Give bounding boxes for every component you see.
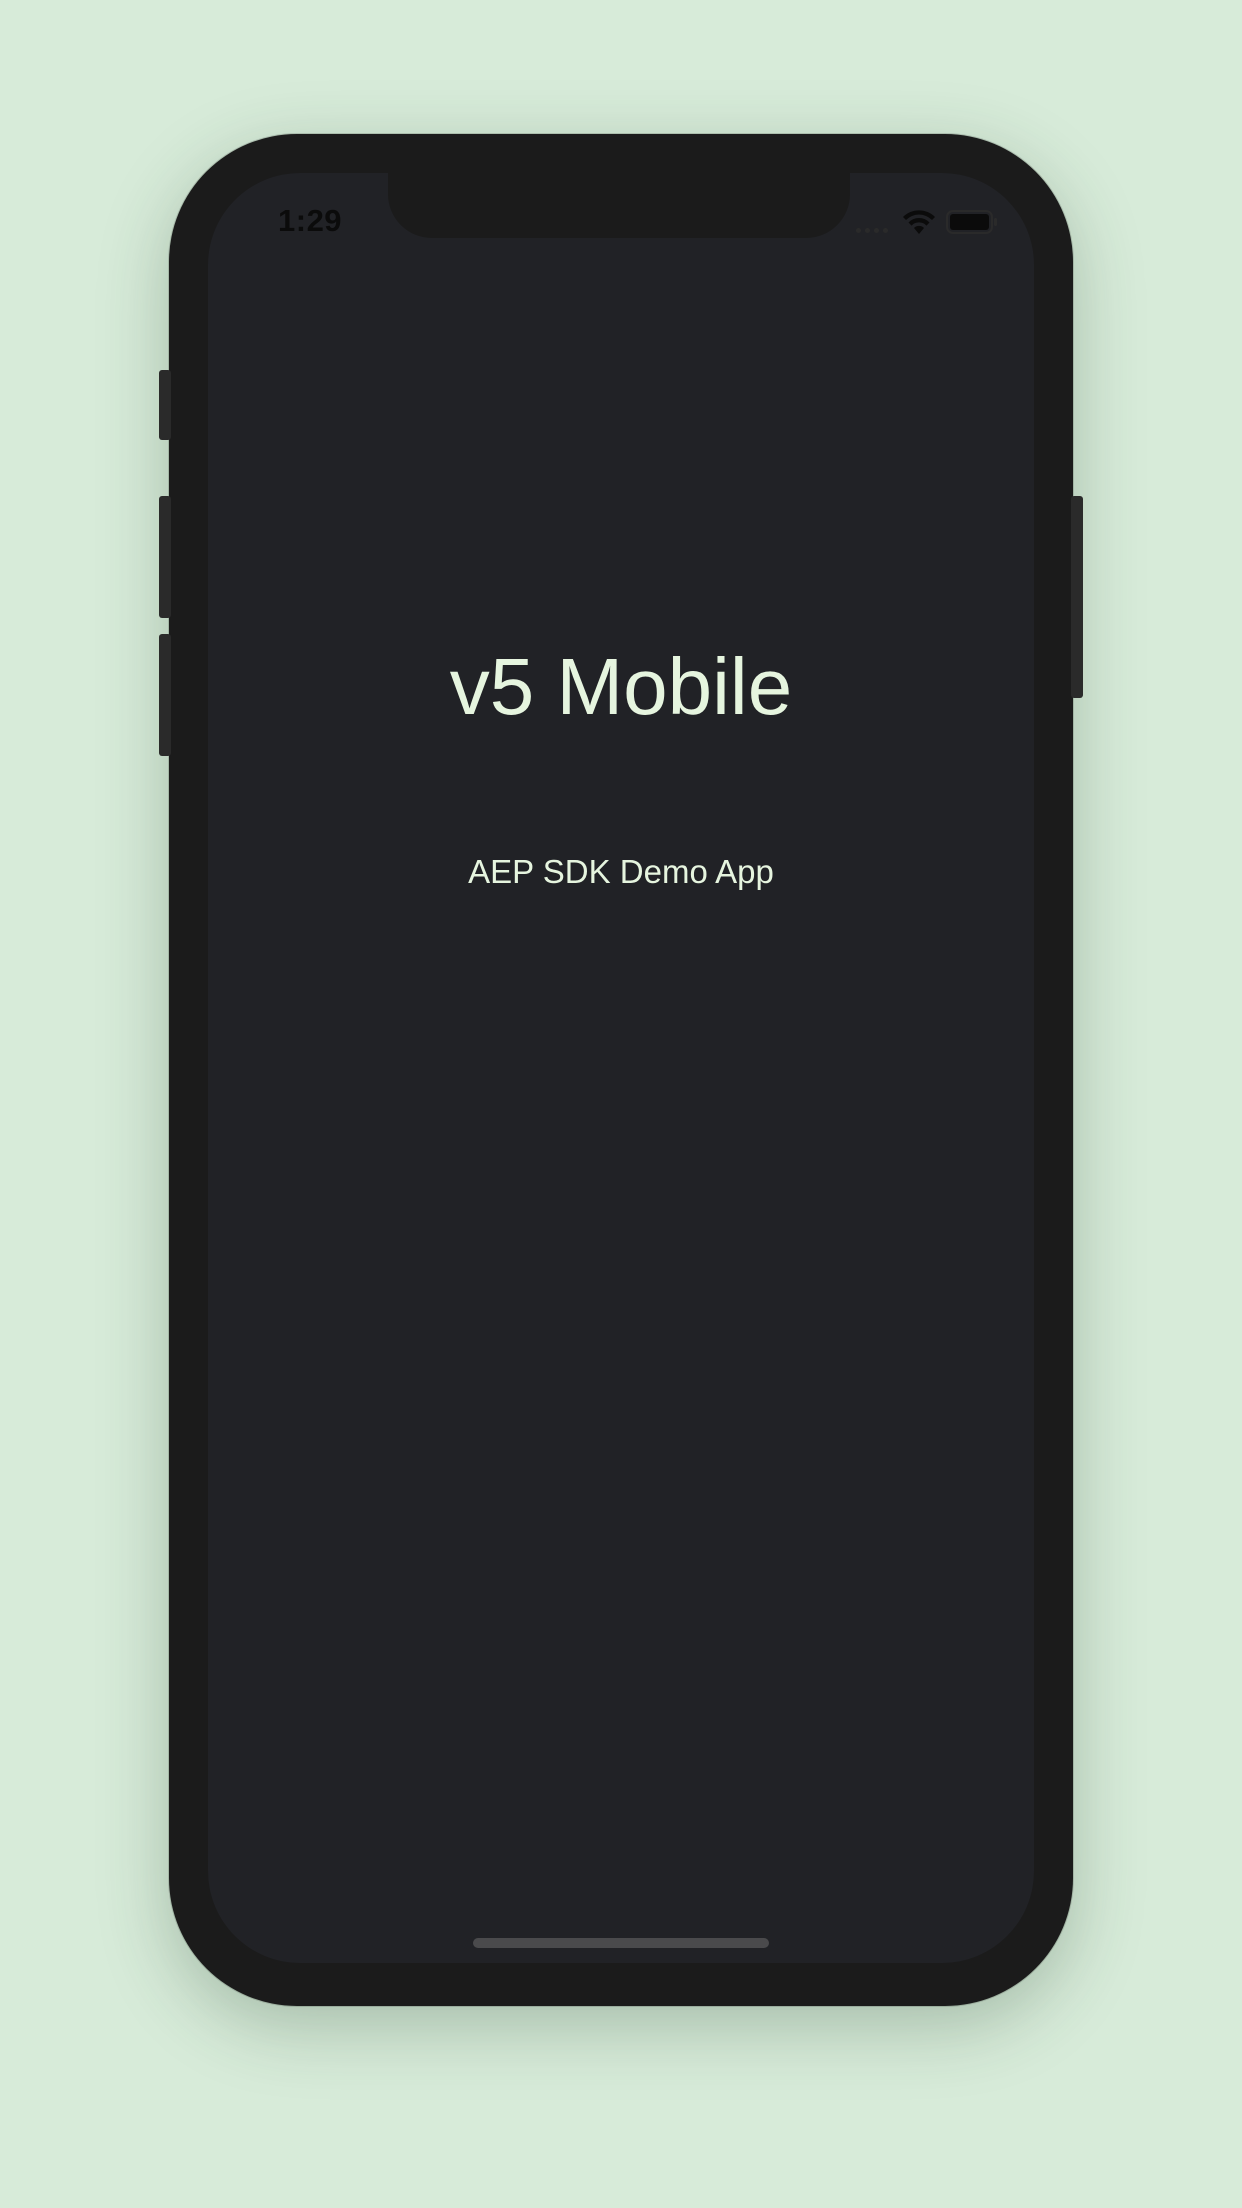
volume-up-button bbox=[159, 496, 171, 618]
notch bbox=[388, 173, 850, 238]
mute-switch bbox=[159, 370, 171, 440]
wifi-icon bbox=[902, 209, 936, 235]
signal-icon bbox=[856, 211, 888, 233]
app-screen: 1:29 v5 Mobile AEP SDK Demo App bbox=[208, 173, 1034, 1963]
phone-frame: 1:29 v5 Mobile AEP SDK Demo App bbox=[159, 134, 1083, 2006]
volume-down-button bbox=[159, 634, 171, 756]
app-subtitle: AEP SDK Demo App bbox=[468, 853, 774, 890]
home-indicator[interactable] bbox=[473, 1938, 769, 1948]
power-button bbox=[1071, 496, 1083, 698]
status-icons bbox=[856, 207, 998, 237]
status-time: 1:29 bbox=[278, 203, 343, 238]
app-title: v5 Mobile bbox=[449, 642, 793, 731]
battery-icon bbox=[946, 209, 998, 235]
canvas: 1:29 v5 Mobile AEP SDK Demo App bbox=[0, 0, 1242, 2208]
